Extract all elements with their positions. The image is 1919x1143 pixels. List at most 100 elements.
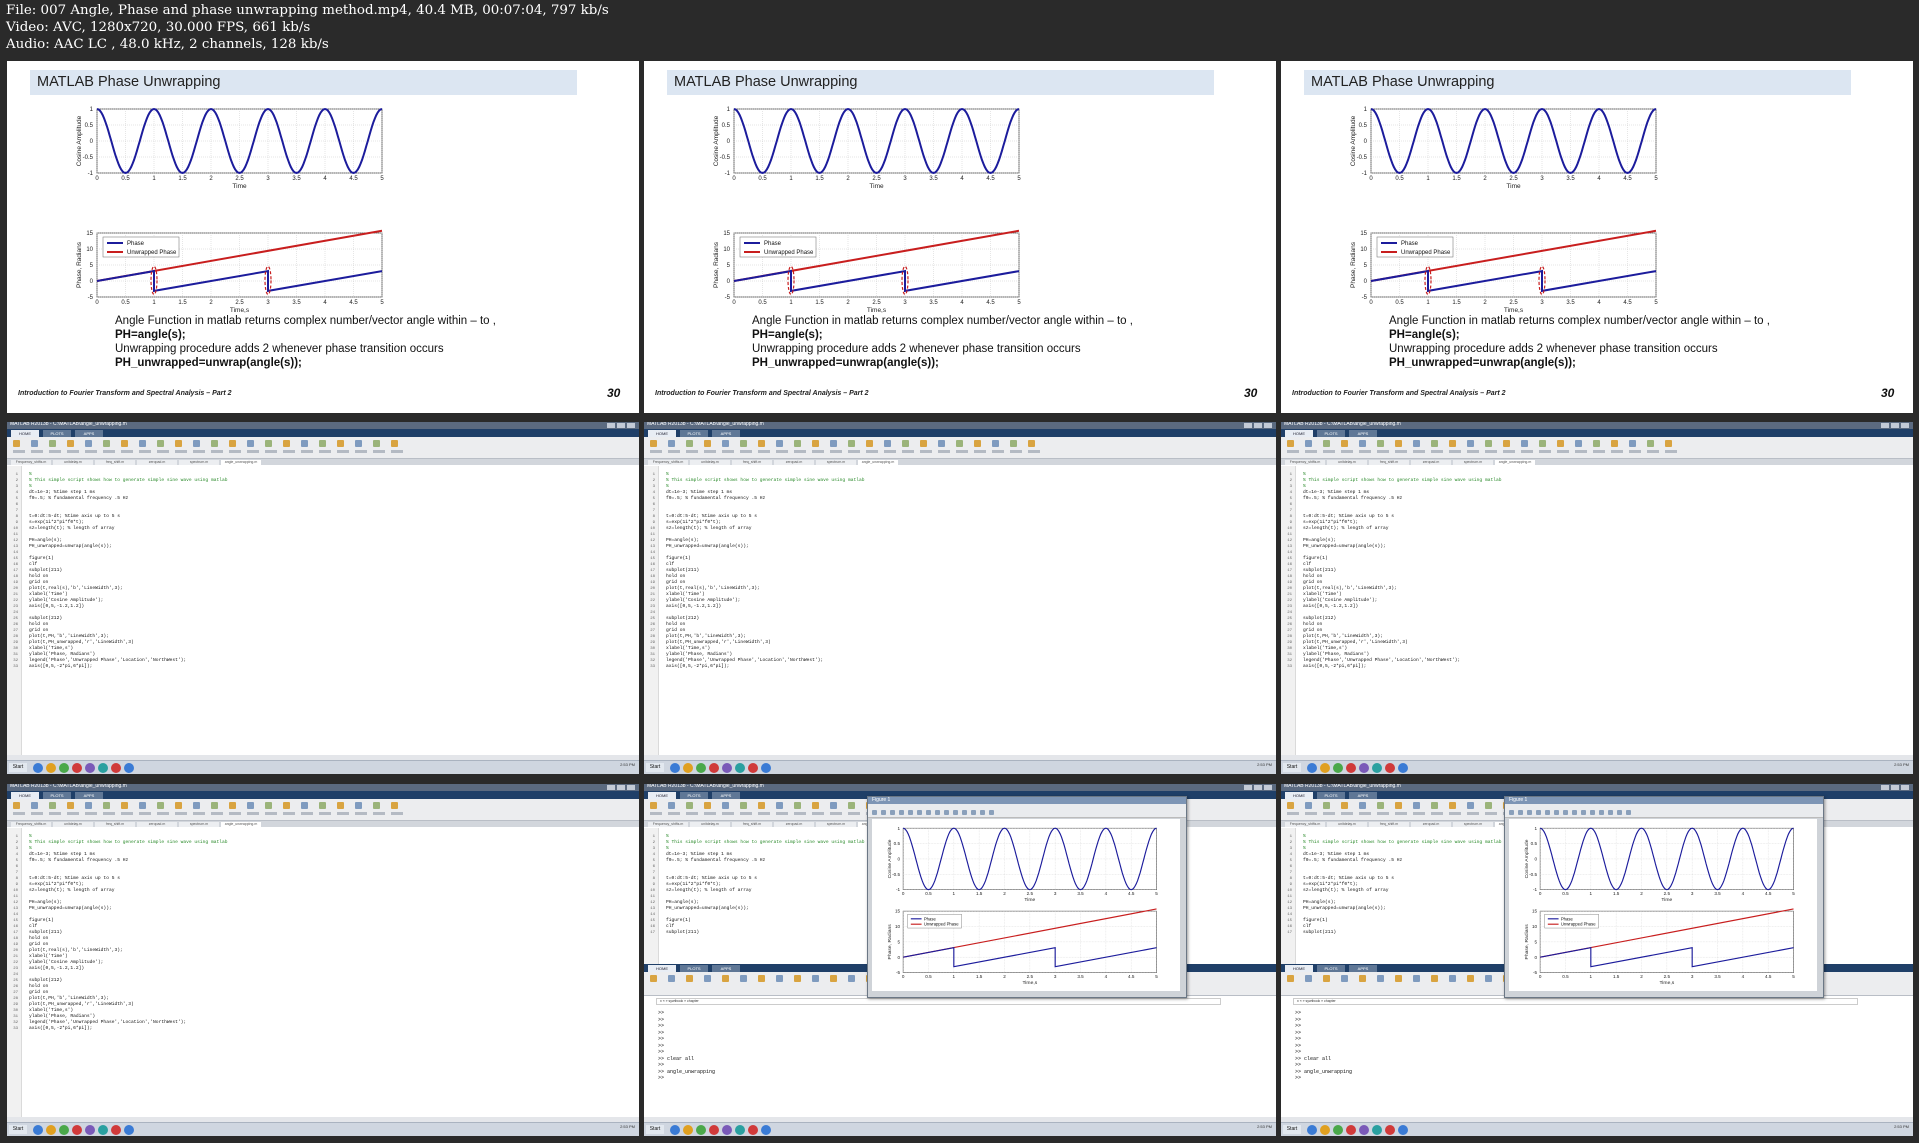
toolstrip-button-icon[interactable] bbox=[391, 802, 398, 809]
editor-tab[interactable]: unitdelay.m bbox=[1327, 822, 1367, 827]
toolstrip-button-icon[interactable] bbox=[175, 802, 182, 809]
toolstrip-button-icon[interactable] bbox=[1413, 440, 1420, 447]
toolstrip-button-icon[interactable] bbox=[1485, 975, 1492, 982]
toolstrip-button-icon[interactable] bbox=[884, 440, 891, 447]
toolstrip-button-icon[interactable] bbox=[848, 802, 855, 809]
toolstrip-button-icon[interactable] bbox=[1305, 802, 1312, 809]
figure-tool-icon[interactable] bbox=[962, 810, 967, 815]
toolstrip-button-icon[interactable] bbox=[1377, 975, 1384, 982]
toolstrip-button-icon[interactable] bbox=[1485, 802, 1492, 809]
toolstrip-button-icon[interactable] bbox=[1593, 440, 1600, 447]
toolstrip-button-icon[interactable] bbox=[1323, 440, 1330, 447]
code-editor[interactable]: 1 2 3 4 5 6 7 8 9 10 11 12 13 14 15 16 17 18 19 20 21 22 23 24 2… bbox=[7, 466, 639, 755]
toolstrip-button-icon[interactable] bbox=[956, 440, 963, 447]
figure-window[interactable]: Figure 1 0 0.5 1 1.5 2 2.5 3 3.5 4 4.5 5 1 0.5 0 -0.5 -1… bbox=[1504, 796, 1824, 998]
toolstrip-button-icon[interactable] bbox=[992, 440, 999, 447]
toolstrip-button-icon[interactable] bbox=[758, 440, 765, 447]
toolstrip-button-icon[interactable] bbox=[1431, 440, 1438, 447]
figure-tool-icon[interactable] bbox=[1626, 810, 1631, 815]
editor-tab[interactable]: unitdelay.m bbox=[690, 822, 730, 827]
figure-tool-icon[interactable] bbox=[1509, 810, 1514, 815]
toolstrip-button-icon[interactable] bbox=[337, 440, 344, 447]
figure-tool-icon[interactable] bbox=[1536, 810, 1541, 815]
editor-tab[interactable]: Frequency_shifts.m bbox=[1285, 460, 1325, 465]
toolstrip-button-icon[interactable] bbox=[67, 440, 74, 447]
toolstrip-button-icon[interactable] bbox=[794, 440, 801, 447]
taskbar-app-icon[interactable] bbox=[1333, 1125, 1343, 1135]
taskbar-app-icon[interactable] bbox=[1307, 763, 1317, 773]
taskbar-app-icon[interactable] bbox=[111, 1125, 121, 1135]
tab-plots[interactable]: PLOTS bbox=[43, 792, 71, 799]
toolstrip-button-icon[interactable] bbox=[812, 802, 819, 809]
toolstrip-button-icon[interactable] bbox=[157, 440, 164, 447]
toolstrip-button-icon[interactable] bbox=[866, 440, 873, 447]
close-button[interactable] bbox=[627, 423, 635, 428]
editor-tab[interactable]: freq_shift.m bbox=[1369, 822, 1409, 827]
toolstrip-button-icon[interactable] bbox=[1305, 440, 1312, 447]
code-text[interactable]: %% This simple script shows how to gener… bbox=[1303, 834, 1501, 936]
close-button[interactable] bbox=[1901, 785, 1909, 790]
toolstrip-button-icon[interactable] bbox=[13, 440, 20, 447]
maximize-button[interactable] bbox=[617, 423, 625, 428]
taskbar-app-icon[interactable] bbox=[683, 1125, 693, 1135]
editor-tab[interactable]: angle_unwrapping.m bbox=[221, 822, 261, 827]
toolstrip-button-icon[interactable] bbox=[902, 440, 909, 447]
toolstrip-button-icon[interactable] bbox=[301, 440, 308, 447]
taskbar-app-icon[interactable] bbox=[1320, 1125, 1330, 1135]
taskbar-app-icon[interactable] bbox=[1398, 1125, 1408, 1135]
editor-tab[interactable]: Frequency_shifts.m bbox=[648, 822, 688, 827]
toolstrip-button-icon[interactable] bbox=[1665, 440, 1672, 447]
start-button[interactable]: Start bbox=[9, 763, 27, 772]
toolstrip-button-icon[interactable] bbox=[31, 440, 38, 447]
tab-plots[interactable]: PLOTS bbox=[1317, 965, 1345, 972]
close-button[interactable] bbox=[627, 785, 635, 790]
maximize-button[interactable] bbox=[1891, 785, 1899, 790]
toolstrip-button-icon[interactable] bbox=[103, 802, 110, 809]
taskbar-app-icon[interactable] bbox=[124, 763, 134, 773]
code-editor[interactable]: 1 2 3 4 5 6 7 8 9 10 11 12 13 14 15 16 17 18 19 20 21 22 23 24 2… bbox=[7, 828, 639, 1117]
taskbar-app-icon[interactable] bbox=[1307, 1125, 1317, 1135]
editor-tab[interactable]: spectrum.m bbox=[1453, 460, 1493, 465]
maximize-button[interactable] bbox=[1254, 785, 1262, 790]
toolstrip-button-icon[interactable] bbox=[67, 802, 74, 809]
figure-tool-icon[interactable] bbox=[1527, 810, 1532, 815]
toolstrip-button-icon[interactable] bbox=[848, 440, 855, 447]
tab-home[interactable]: HOME bbox=[11, 430, 39, 437]
editor-tab[interactable]: zeropad.m bbox=[137, 822, 177, 827]
toolstrip-button-icon[interactable] bbox=[812, 440, 819, 447]
tab-home[interactable]: HOME bbox=[648, 430, 676, 437]
taskbar-app-icon[interactable] bbox=[735, 1125, 745, 1135]
figure-tool-icon[interactable] bbox=[935, 810, 940, 815]
toolstrip-button-icon[interactable] bbox=[13, 802, 20, 809]
editor-tab[interactable]: Frequency_shifts.m bbox=[1285, 822, 1325, 827]
figure-tool-icon[interactable] bbox=[980, 810, 985, 815]
editor-tab[interactable]: angle_unwrapping.m bbox=[858, 460, 898, 465]
tab-plots[interactable]: PLOTS bbox=[680, 792, 708, 799]
editor-tab[interactable]: spectrum.m bbox=[179, 822, 219, 827]
toolstrip-button-icon[interactable] bbox=[1395, 802, 1402, 809]
tab-plots[interactable]: PLOTS bbox=[680, 430, 708, 437]
figure-tool-icon[interactable] bbox=[890, 810, 895, 815]
toolstrip-button-icon[interactable] bbox=[121, 440, 128, 447]
taskbar-app-icon[interactable] bbox=[670, 1125, 680, 1135]
toolstrip-button-icon[interactable] bbox=[1539, 440, 1546, 447]
toolstrip-button-icon[interactable] bbox=[794, 975, 801, 982]
figure-tool-icon[interactable] bbox=[1572, 810, 1577, 815]
taskbar-app-icon[interactable] bbox=[1385, 1125, 1395, 1135]
editor-tab[interactable]: Frequency_shifts.m bbox=[648, 460, 688, 465]
toolstrip-button-icon[interactable] bbox=[1431, 802, 1438, 809]
toolstrip-button-icon[interactable] bbox=[1287, 802, 1294, 809]
taskbar-app-icon[interactable] bbox=[696, 1125, 706, 1135]
taskbar-app-icon[interactable] bbox=[1398, 763, 1408, 773]
toolstrip-button-icon[interactable] bbox=[722, 802, 729, 809]
start-button[interactable]: Start bbox=[646, 763, 664, 772]
toolstrip-button-icon[interactable] bbox=[1028, 440, 1035, 447]
toolstrip-button-icon[interactable] bbox=[830, 802, 837, 809]
editor-tab[interactable]: spectrum.m bbox=[1453, 822, 1493, 827]
toolstrip-button-icon[interactable] bbox=[337, 802, 344, 809]
toolstrip-button-icon[interactable] bbox=[848, 975, 855, 982]
toolstrip-button-icon[interactable] bbox=[319, 802, 326, 809]
toolstrip-button-icon[interactable] bbox=[1467, 975, 1474, 982]
toolstrip-button-icon[interactable] bbox=[139, 802, 146, 809]
toolstrip-button-icon[interactable] bbox=[31, 802, 38, 809]
